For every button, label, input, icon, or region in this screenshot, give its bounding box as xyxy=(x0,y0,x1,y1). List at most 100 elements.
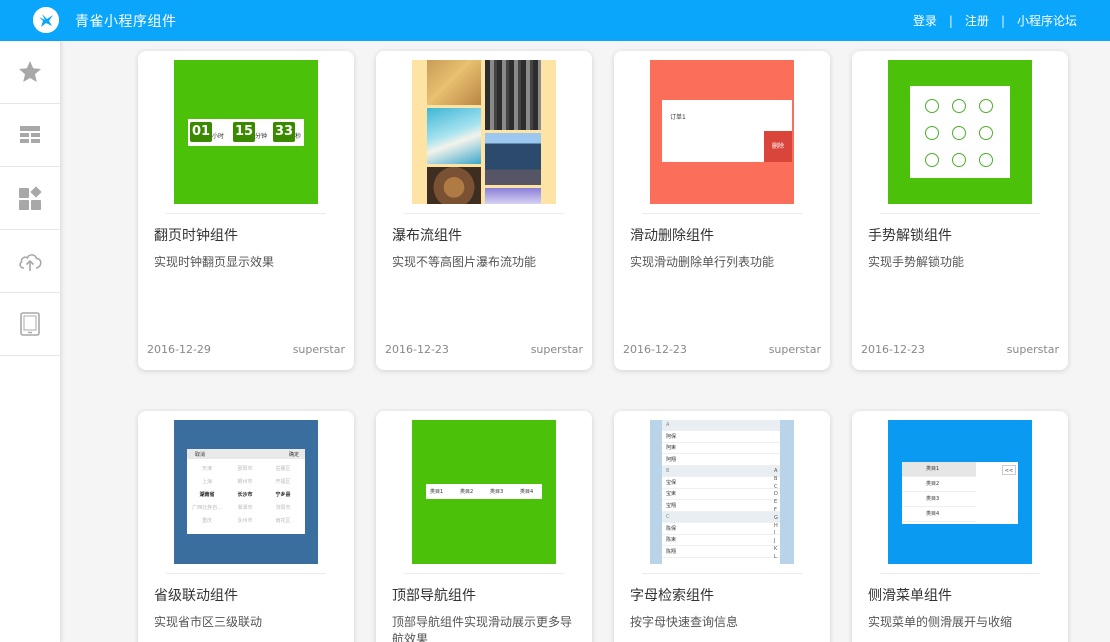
picker-option: 重庆 xyxy=(201,518,212,524)
tablet-icon xyxy=(20,312,40,336)
side-menu-preview: 类目1 类目2 类目3 类目4 << xyxy=(902,462,1018,524)
alphabet-letter: J xyxy=(774,538,776,545)
card-thumbnail: 订单1 删除 xyxy=(650,60,794,204)
index-list-item: 陈束 xyxy=(662,535,780,546)
picker-header: 取消 确定 xyxy=(187,449,305,459)
gesture-dot xyxy=(952,99,966,113)
sidebar xyxy=(0,41,61,642)
waterfall-photo xyxy=(427,167,481,204)
picker-option: 郴州市 xyxy=(237,479,253,485)
sidebar-item-upload[interactable] xyxy=(0,230,60,293)
picker-option: 开福区 xyxy=(275,479,291,485)
list-row-preview: 订单1 删除 xyxy=(662,100,792,162)
alphabet-letter: G xyxy=(774,514,778,521)
card-divider xyxy=(880,573,1040,574)
component-card-region-picker[interactable]: 取消 确定 天津 邵阳市 岳麓区 上海 郴州市 开福区 湖南省 长沙市 宁乡县 广西壮族自... 湘… xyxy=(138,411,354,642)
alphabet-letter: B xyxy=(774,475,778,482)
index-list-item: 宝翔 xyxy=(662,501,780,512)
clock-minutes: 15 xyxy=(233,122,256,142)
card-author: superstar xyxy=(530,343,583,356)
nav-tab: 类目1 xyxy=(430,489,444,495)
card-title: 字母检索组件 xyxy=(630,588,714,604)
card-description: 顶部导航组件实现滑动展示更多导航效果 xyxy=(392,615,573,642)
card-thumbnail: 取消 确定 天津 邵阳市 岳麓区 上海 郴州市 开福区 湖南省 长沙市 宁乡县 广西壮族自... 湘… xyxy=(174,420,318,564)
sidebar-item-favorites[interactable] xyxy=(0,41,60,104)
component-card-flip-clock[interactable]: 01 小时 15 分钟 33 秒 翻页时钟组件 实现时钟翻页显示效果 2016-… xyxy=(138,51,354,370)
menu-item: 类目1 xyxy=(902,462,976,477)
top-links: 登录 | 注册 | 小程序论坛 xyxy=(913,12,1077,29)
alphabet-letter: C xyxy=(774,483,778,490)
picker-option: 邵阳市 xyxy=(237,466,253,472)
sidebar-item-components[interactable] xyxy=(0,167,60,230)
cloud-upload-icon xyxy=(19,254,42,271)
index-section-header: A xyxy=(662,420,780,431)
card-divider xyxy=(166,213,326,214)
card-description: 实现手势解锁功能 xyxy=(868,255,965,269)
waterfall-photo xyxy=(485,133,541,185)
card-description: 实现菜单的侧滑展开与收缩 xyxy=(868,615,1013,629)
picker-option: 浏阳市 xyxy=(275,505,291,511)
forum-link[interactable]: 小程序论坛 xyxy=(1017,12,1077,29)
components-icon xyxy=(19,186,42,210)
picker-option: 天津 xyxy=(201,466,212,472)
alphabet-letter: D xyxy=(774,491,778,498)
card-author: superstar xyxy=(1006,343,1059,356)
top-bar: 青雀小程序组件 登录 | 注册 | 小程序论坛 xyxy=(0,0,1110,41)
picker-option: 雨花区 xyxy=(275,518,291,524)
menu-item: 类目2 xyxy=(902,477,976,492)
picker-option: 湖南省 xyxy=(199,492,215,498)
index-list-item: 宝束 xyxy=(662,489,780,500)
gesture-dot xyxy=(979,99,993,113)
component-card-slide-delete[interactable]: 订单1 删除 滑动删除组件 实现滑动删除单行列表功能 2016-12-23 su… xyxy=(614,51,830,370)
app-title[interactable]: 青雀小程序组件 xyxy=(75,11,177,31)
gesture-dot xyxy=(952,153,966,167)
alphabet-letter: F xyxy=(774,507,777,513)
card-title: 手势解锁组件 xyxy=(868,228,952,244)
card-title: 顶部导航组件 xyxy=(392,588,476,604)
card-thumbnail xyxy=(888,60,1032,204)
index-list-item: 阿保 xyxy=(662,432,780,443)
card-thumbnail: 类目1 类目2 类目3 类目4 << xyxy=(888,420,1032,564)
card-author: superstar xyxy=(768,343,821,356)
card-title: 滑动删除组件 xyxy=(630,228,714,244)
waterfall-photo xyxy=(427,108,481,164)
picker-option: 上海 xyxy=(201,479,212,485)
menu-toggle: << xyxy=(1002,465,1016,475)
index-list-preview: A 阿保 阿束 阿翔 B 宝保 宝束 宝翔 C 陈保 陈束 陈翔 xyxy=(662,420,780,564)
card-thumbnail xyxy=(412,60,556,204)
component-card-alphabet-index[interactable]: A 阿保 阿束 阿翔 B 宝保 宝束 宝翔 C 陈保 陈束 陈翔 ABCDEFGHIJKL 字母检索组… xyxy=(614,411,830,642)
component-card-top-nav[interactable]: 类目1 类目2 类目3 类目4 顶部导航组件 顶部导航组件实现滑动展示更多导航效… xyxy=(376,411,592,642)
component-card-side-menu[interactable]: 类目1 类目2 类目3 类目4 << 侧滑菜单组件 实现菜单的侧滑展开与收缩 xyxy=(852,411,1068,642)
picker-option: 永州市 xyxy=(237,518,253,524)
bird-logo-icon[interactable] xyxy=(33,7,59,33)
card-date: 2016-12-23 xyxy=(623,343,687,356)
register-link[interactable]: 注册 xyxy=(965,12,989,29)
card-thumbnail: 类目1 类目2 类目3 类目4 xyxy=(412,420,556,564)
link-separator: | xyxy=(1000,13,1005,28)
gesture-dot xyxy=(925,99,939,113)
card-title: 侧滑菜单组件 xyxy=(868,588,952,604)
card-title: 瀑布流组件 xyxy=(392,228,462,244)
card-description: 实现不等高图片瀑布流功能 xyxy=(392,255,537,269)
component-card-waterfall[interactable]: 瀑布流组件 实现不等高图片瀑布流功能 2016-12-23 superstar xyxy=(376,51,592,370)
card-title: 翻页时钟组件 xyxy=(154,228,238,244)
waterfall-photo xyxy=(485,188,541,204)
layout-icon xyxy=(20,126,40,143)
alphabet-letter: I xyxy=(774,530,776,537)
card-divider xyxy=(880,213,1040,214)
login-link[interactable]: 登录 xyxy=(913,12,937,29)
picker-option: 宁乡县 xyxy=(275,492,291,498)
gesture-dot xyxy=(925,153,939,167)
gesture-dot xyxy=(925,126,939,140)
index-list-item: 宝保 xyxy=(662,478,780,489)
picker-confirm: 确定 xyxy=(288,452,299,458)
waterfall-photo xyxy=(485,60,541,130)
menu-item: 类目3 xyxy=(902,492,976,507)
sidebar-item-layout[interactable] xyxy=(0,104,60,167)
index-list-item: 阿翔 xyxy=(662,455,780,466)
card-divider xyxy=(404,213,564,214)
nav-bar-preview: 类目1 类目2 类目3 类目4 xyxy=(426,484,542,499)
nav-tab: 类目2 xyxy=(460,489,474,495)
component-card-gesture-lock[interactable]: 手势解锁组件 实现手势解锁功能 2016-12-23 superstar xyxy=(852,51,1068,370)
sidebar-item-device[interactable] xyxy=(0,293,60,356)
